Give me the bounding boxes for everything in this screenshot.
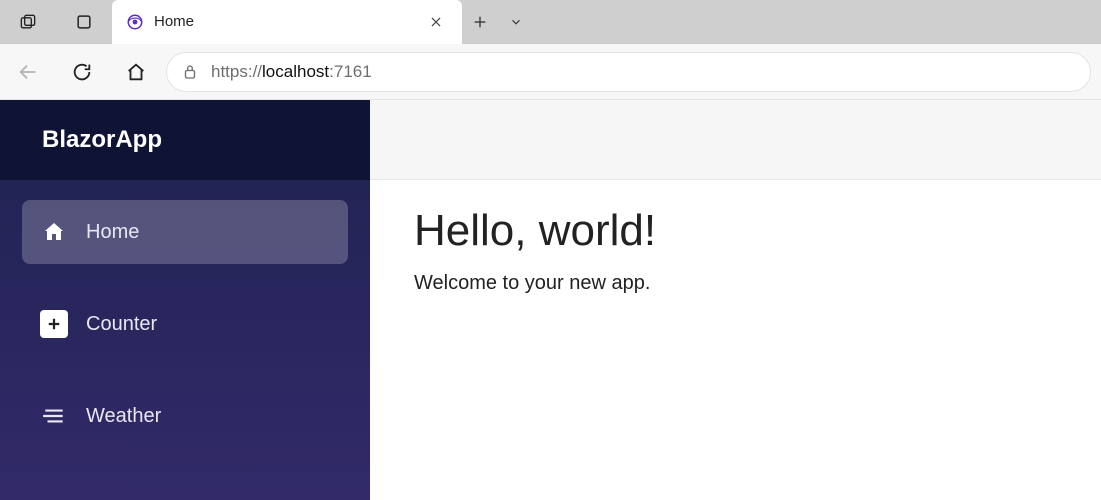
home-button[interactable] bbox=[112, 48, 160, 96]
url-text: https://localhost:7161 bbox=[211, 62, 372, 82]
url-port: :7161 bbox=[329, 62, 372, 81]
nav-item-label: Weather bbox=[86, 405, 161, 428]
url-host: localhost bbox=[262, 62, 329, 81]
workspaces-icon[interactable] bbox=[0, 0, 56, 44]
brand-label: BlazorApp bbox=[42, 126, 162, 154]
url-scheme: https:// bbox=[211, 62, 262, 81]
blazor-favicon-icon bbox=[126, 13, 144, 31]
tab-strip: Home bbox=[0, 0, 1101, 44]
tab-close-icon[interactable] bbox=[424, 10, 448, 34]
plus-icon bbox=[40, 310, 68, 338]
toolbar-row: https://localhost:7161 bbox=[0, 44, 1101, 100]
page: Hello, world! Welcome to your new app. bbox=[370, 100, 1101, 500]
page-subtext: Welcome to your new app. bbox=[414, 272, 1057, 295]
nav-item-home[interactable]: Home bbox=[22, 200, 348, 264]
list-icon bbox=[40, 402, 68, 430]
nav-item-label: Counter bbox=[86, 313, 157, 336]
site-lock-icon[interactable] bbox=[181, 63, 199, 81]
back-button[interactable] bbox=[4, 48, 52, 96]
tab-overflow-button[interactable] bbox=[498, 0, 534, 44]
sidebar: BlazorApp Home Counter bbox=[0, 100, 370, 500]
app-viewport: BlazorApp Home Counter bbox=[0, 100, 1101, 500]
tab-actions bbox=[462, 0, 534, 44]
tab-title: Home bbox=[154, 13, 194, 30]
refresh-button[interactable] bbox=[58, 48, 106, 96]
brand-title[interactable]: BlazorApp bbox=[0, 100, 370, 180]
collections-icon[interactable] bbox=[56, 0, 112, 44]
home-icon bbox=[40, 218, 68, 246]
nav-item-counter[interactable]: Counter bbox=[22, 292, 348, 356]
nav-item-weather[interactable]: Weather bbox=[22, 384, 348, 448]
nav-item-label: Home bbox=[86, 221, 139, 244]
page-topbar bbox=[370, 100, 1101, 180]
nav-list: Home Counter Weather bbox=[0, 180, 370, 448]
page-body: Hello, world! Welcome to your new app. bbox=[370, 180, 1101, 321]
browser-tab-active[interactable]: Home bbox=[112, 0, 462, 44]
page-heading: Hello, world! bbox=[414, 206, 1057, 256]
new-tab-button[interactable] bbox=[462, 0, 498, 44]
address-bar[interactable]: https://localhost:7161 bbox=[166, 52, 1091, 92]
browser-chrome: Home bbox=[0, 0, 1101, 100]
